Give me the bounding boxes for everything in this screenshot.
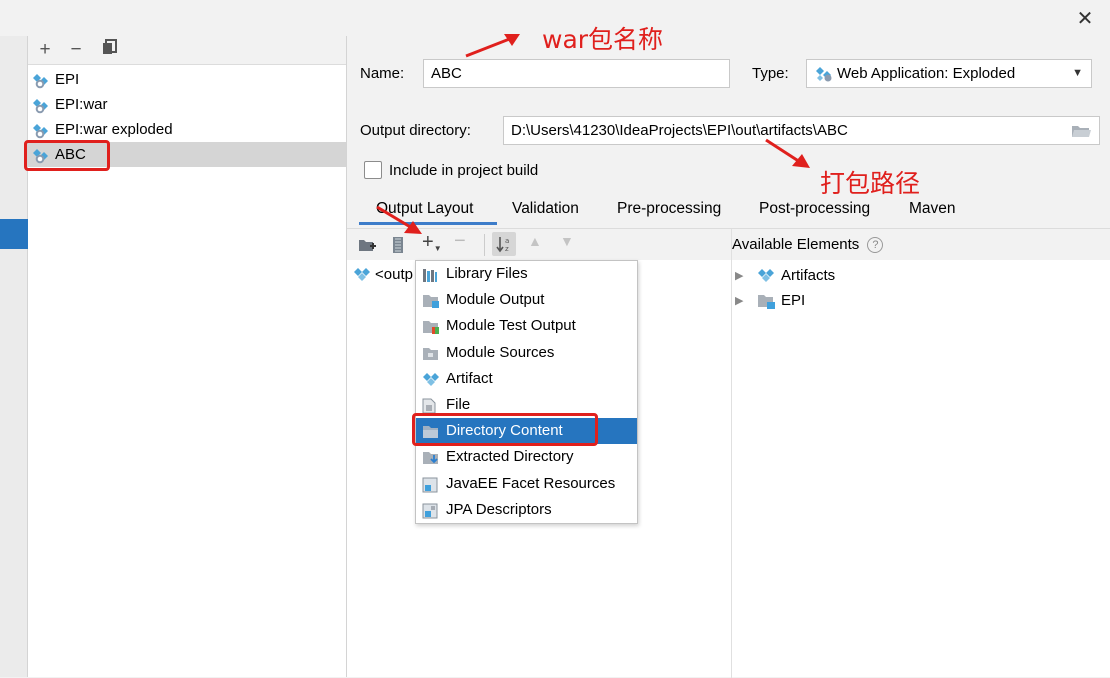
artifact-item[interactable]: ABC [28, 142, 346, 167]
menu-item-artifact[interactable]: Artifact [416, 366, 637, 392]
artifact-item-label: EPI [55, 71, 80, 88]
menu-item-library-files[interactable]: Library Files [416, 261, 637, 287]
remove-artifact-button[interactable]: − [65, 39, 87, 61]
remove-element-button[interactable]: − [454, 230, 466, 253]
menu-item-label: Artifact [446, 369, 493, 387]
menu-item-label: Module Sources [446, 343, 555, 361]
sort-button[interactable]: az [492, 232, 516, 256]
settings-nav-strip [0, 36, 28, 677]
folder-browse-icon[interactable] [1071, 123, 1091, 139]
add-element-popup-menu: Library Files Module Output Module Test Ou… [415, 260, 638, 524]
type-select[interactable]: Web Application: Exploded ▼ [806, 59, 1092, 88]
archive-icon[interactable] [392, 236, 404, 254]
nav-selected-marker[interactable] [0, 219, 28, 249]
help-icon[interactable]: ? [867, 237, 884, 253]
copy-icon [103, 39, 117, 54]
tab-post-processing[interactable]: Post-processing [759, 200, 870, 218]
menu-item-label: Library Files [446, 265, 528, 282]
menu-item-extracted-directory[interactable]: Extracted Directory [416, 444, 637, 470]
available-item-epi[interactable]: ▶ EPI [735, 290, 805, 312]
available-elements-label: Available Elements [732, 236, 860, 253]
chevron-down-icon: ▼ [1072, 67, 1083, 79]
menu-item-module-sources[interactable]: Module Sources [416, 340, 637, 366]
menu-item-module-output[interactable]: Module Output [416, 287, 637, 313]
annotation-arrow-path [765, 138, 810, 168]
jpa-icon [422, 502, 438, 519]
move-down-button[interactable]: ▼ [560, 233, 574, 249]
module-output-icon [422, 292, 439, 309]
output-directory-label: Output directory: [360, 122, 471, 139]
output-root-label: <outp [375, 266, 413, 283]
toolbar-separator [484, 234, 485, 256]
menu-item-jpa-descriptors[interactable]: JPA Descriptors [416, 497, 637, 523]
annotation-arrow-name [465, 34, 520, 58]
type-value: Web Application: Exploded [837, 65, 1016, 82]
type-label: Type: [752, 65, 789, 82]
artifact-item-label: EPI:war [55, 96, 108, 113]
artifact-item[interactable]: EPI:war [28, 92, 346, 117]
expand-arrow-icon[interactable]: ▶ [735, 290, 743, 312]
expand-arrow-icon[interactable]: ▶ [735, 265, 743, 287]
menu-item-label: Module Output [446, 291, 545, 309]
annotation-war-name: war包名称 [542, 25, 664, 54]
module-sources-icon [422, 345, 438, 361]
add-artifact-button[interactable]: + [34, 39, 56, 61]
web-app-icon [32, 147, 50, 164]
menu-item-module-test-output[interactable]: Module Test Output [416, 313, 637, 339]
folder-icon [422, 423, 438, 439]
available-item-label: EPI [781, 292, 806, 309]
extracted-directory-icon [422, 449, 438, 465]
web-app-icon [32, 72, 50, 89]
module-folder-icon [758, 295, 775, 309]
artifact-icon [758, 269, 774, 282]
menu-item-label: File [446, 396, 471, 413]
tab-validation[interactable]: Validation [512, 200, 579, 218]
menu-item-file[interactable]: File [416, 392, 637, 418]
module-test-output-icon [422, 318, 439, 335]
menu-item-label: JavaEE Facet Resources [446, 474, 616, 492]
name-label: Name: [360, 65, 405, 82]
artifact-icon [354, 268, 370, 281]
menu-item-directory-content[interactable]: Directory Content [416, 418, 637, 445]
move-up-button[interactable]: ▲ [528, 233, 542, 249]
menu-item-label: Module Test Output [446, 317, 576, 335]
annotation-arrow-add [376, 205, 422, 234]
menu-item-label: JPA Descriptors [446, 500, 552, 518]
artifacts-toolbar: + − [28, 36, 346, 65]
artifacts-list-panel: + − EPI EPI:war EPI:war exploded ABC [28, 36, 347, 677]
available-elements-header: Available Elements ? [732, 229, 1110, 260]
svg-text:a: a [505, 237, 509, 245]
tab-maven[interactable]: Maven [909, 200, 956, 218]
svg-text:z: z [505, 245, 509, 253]
new-directory-icon[interactable] [358, 237, 376, 253]
name-field[interactable]: ABC [423, 59, 730, 88]
copy-artifact-button[interactable] [99, 39, 121, 61]
tab-pre-processing[interactable]: Pre-processing [617, 200, 721, 218]
artifact-item-label: EPI:war exploded [55, 121, 173, 138]
javaee-icon [422, 476, 438, 493]
artifact-item[interactable]: EPI:war exploded [28, 117, 346, 142]
file-icon [422, 397, 438, 414]
artifact-item[interactable]: EPI [28, 67, 346, 92]
menu-item-javaee-facet-resources[interactable]: JavaEE Facet Resources [416, 471, 637, 497]
web-app-icon [32, 122, 50, 139]
include-build-checkbox[interactable] [364, 161, 382, 179]
dropdown-arrow-icon: ▼ [433, 244, 442, 253]
include-build-label: Include in project build [389, 162, 539, 179]
layout-splitter[interactable] [731, 229, 732, 678]
annotation-package-path: 打包路径 [820, 169, 921, 198]
artifact-icon [422, 371, 439, 387]
available-item-label: Artifacts [781, 267, 836, 284]
menu-item-label: Directory Content [446, 422, 563, 440]
library-icon [422, 266, 438, 282]
artifact-item-label: ABC [55, 146, 86, 163]
menu-item-label: Extracted Directory [446, 448, 574, 466]
web-app-icon [816, 67, 832, 82]
sort-alpha-icon: az [496, 237, 509, 253]
web-app-icon [32, 97, 50, 114]
close-icon[interactable]: ✕ [1073, 8, 1097, 30]
available-item-artifacts[interactable]: ▶ Artifacts [735, 265, 835, 287]
output-root-item[interactable]: <outp [353, 264, 413, 286]
